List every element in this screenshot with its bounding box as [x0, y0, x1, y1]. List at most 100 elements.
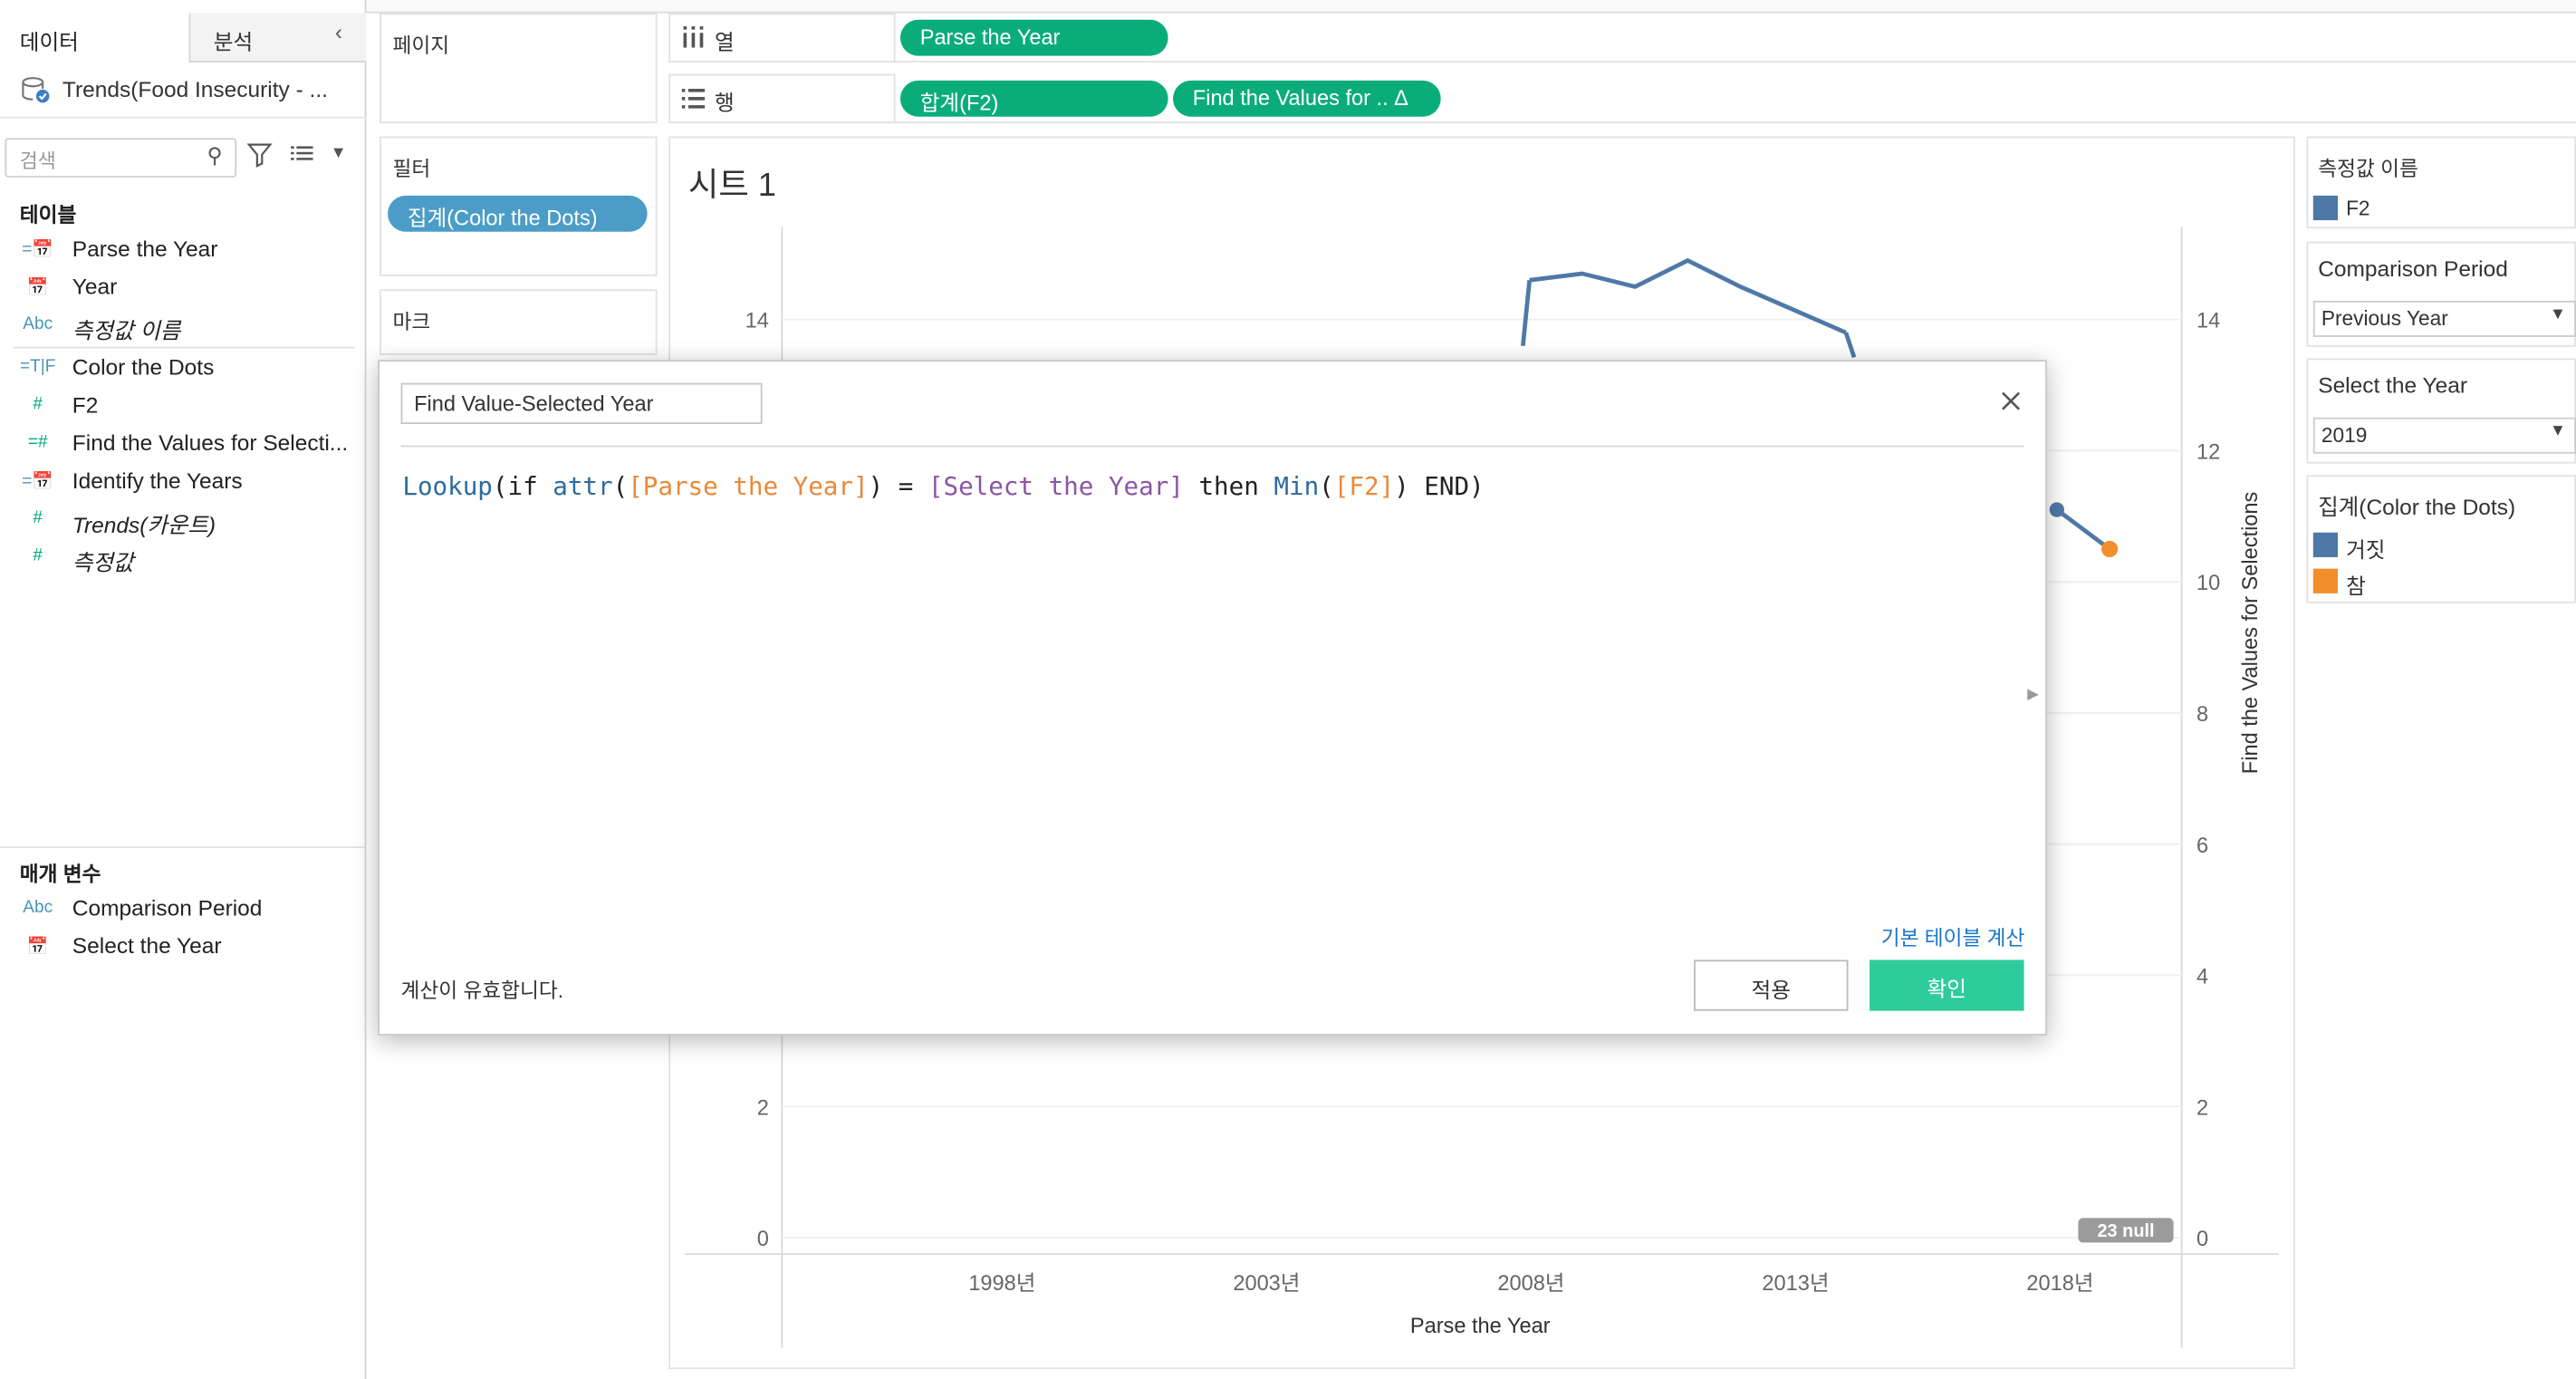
select-year-select[interactable]: 2019	[2312, 417, 2576, 454]
legend-swatch-false	[2312, 532, 2339, 557]
row-pill-find-values[interactable]: Find the Values for .. Δ	[1173, 80, 1441, 117]
formula-token: [Select the Year]	[928, 471, 1184, 502]
legend-label-false: 거짓	[2346, 537, 2386, 563]
field-date[interactable]: 📅 Year	[0, 271, 365, 307]
formula-editor[interactable]: Lookup(if attr([Parse the Year]) = [Sele…	[402, 472, 1484, 502]
parameter-item[interactable]: 📅 Select the Year	[0, 931, 365, 967]
apply-button[interactable]: 적용	[1694, 960, 1849, 1011]
field-number[interactable]: # Trends(카운트)	[0, 503, 365, 539]
legend-swatch-f2	[2312, 195, 2339, 221]
dropdown-arrow-icon[interactable]: ▼	[2550, 305, 2566, 323]
parameter-label: Comparison Period	[72, 895, 263, 921]
divider	[400, 445, 2024, 448]
datasource-icon	[22, 77, 50, 103]
series-line	[2055, 507, 2111, 551]
text-type-icon: Abc	[23, 313, 53, 334]
search-placeholder: 검색	[19, 149, 56, 173]
data-point	[2049, 502, 2065, 517]
formula-token: ) END)	[1394, 471, 1485, 502]
x-tick: 2003년	[1233, 1271, 1300, 1295]
dropdown-arrow-icon[interactable]: ▼	[331, 145, 347, 163]
divider	[13, 346, 355, 349]
field-string[interactable]: Abc 측정값 이름	[0, 309, 365, 345]
y-tick-left: 0	[757, 1227, 769, 1250]
field-number-calc[interactable]: =# Find the Values for Selecti...	[0, 428, 365, 464]
text-type-icon: Abc	[23, 897, 53, 918]
comparison-period-title: Comparison Period	[2318, 256, 2508, 282]
series-line	[1843, 332, 1857, 359]
y-tick-right: 2	[2196, 1095, 2208, 1119]
field-bool-calc[interactable]: =T|F Color the Dots	[0, 352, 365, 388]
formula-token: [Parse the Year]	[628, 471, 869, 502]
field-number[interactable]: # 측정값	[0, 541, 365, 577]
color-legend-title: 집계(Color the Dots)	[2318, 495, 2516, 520]
field-label: 측정값	[72, 550, 134, 575]
field-label: Identify the Years	[72, 468, 243, 494]
y-tick-right: 6	[2196, 834, 2208, 857]
rows-icon	[681, 88, 706, 109]
y-tick-right: 0	[2196, 1227, 2208, 1250]
dropdown-arrow-icon[interactable]: ▼	[2550, 422, 2566, 440]
tables-header: 테이블	[19, 203, 77, 227]
close-icon[interactable]	[1998, 388, 2024, 414]
tableau-workbook: 데이터 분석 ‹ Trends(Food Insecurity - ... 검색…	[0, 0, 2576, 1379]
parameter-item[interactable]: Abc Comparison Period	[0, 892, 365, 929]
field-label: Color the Dots	[72, 354, 215, 381]
x-tick: 1998년	[968, 1271, 1035, 1295]
calendar-icon: =📅	[22, 239, 54, 260]
formula-token: Min	[1274, 471, 1320, 502]
datasource-name[interactable]: Trends(Food Insecurity - ...	[62, 77, 328, 101]
formula-token: (if	[492, 471, 553, 502]
calendar-icon: 📅	[26, 937, 49, 957]
default-table-calc-link[interactable]: 기본 테이블 계산	[1881, 921, 2025, 951]
parameter-label: Select the Year	[72, 933, 222, 959]
select-year-title: Select the Year	[2318, 372, 2467, 399]
marks-title: 마크	[392, 310, 431, 334]
field-date-calc[interactable]: =📅 Parse the Year	[0, 234, 365, 270]
highlight-point	[2101, 540, 2119, 558]
boolean-icon: =T|F	[20, 356, 56, 377]
collapse-icon[interactable]: ‹	[335, 20, 342, 44]
y-tick-right: 4	[2196, 965, 2208, 988]
parameters-header: 매개 변수	[19, 863, 101, 886]
field-label: Find the Values for Selecti...	[72, 430, 349, 456]
field-label: Year	[72, 274, 118, 300]
y-tick-left: 2	[757, 1095, 769, 1119]
row-pill-sum-f2[interactable]: 합계(F2)	[899, 80, 1168, 117]
filter-icon[interactable]	[246, 141, 273, 168]
expand-arrow-icon[interactable]: ▶	[2027, 685, 2039, 703]
ok-button[interactable]: 확인	[1870, 960, 2024, 1011]
filter-pill[interactable]: 집계(Color the Dots)	[388, 195, 648, 232]
x-tick: 2013년	[1762, 1271, 1829, 1295]
measure-legend-title: 측정값 이름	[2318, 158, 2418, 181]
y-tick-right: 14	[2196, 309, 2220, 333]
y-tick-left: 14	[745, 309, 769, 333]
x-axis-label: Parse the Year	[1410, 1314, 1551, 1337]
validation-message: 계산이 유효합니다.	[400, 979, 564, 1003]
comparison-period-select[interactable]: Previous Year	[2312, 300, 2576, 337]
column-pill-parse-year[interactable]: Parse the Year	[899, 19, 1168, 56]
number-icon: #	[33, 545, 43, 566]
field-label: F2	[72, 392, 99, 418]
formula-token: Lookup	[402, 471, 493, 502]
search-icon[interactable]: ⚲	[207, 143, 223, 169]
divider	[0, 846, 365, 849]
field-label: 측정값 이름	[72, 318, 181, 344]
field-label: Parse the Year	[72, 236, 218, 262]
calculation-dialog	[378, 360, 2047, 1036]
field-date-calc[interactable]: =📅 Identify the Years	[0, 465, 365, 501]
formula-token: [F2]	[1333, 471, 1395, 502]
y-tick-right: 10	[2196, 571, 2220, 594]
filters-title: 필터	[392, 158, 431, 181]
legend-swatch-true	[2312, 568, 2339, 593]
number-icon: #	[33, 507, 43, 528]
tab-data[interactable]: 데이터	[0, 13, 191, 63]
calculation-name-input[interactable]: Find Value-Selected Year	[400, 382, 763, 425]
x-tick: 2018년	[2026, 1271, 2093, 1295]
columns-icon	[683, 26, 704, 48]
null-badge-label: 23 null	[2097, 1221, 2154, 1241]
list-view-icon[interactable]	[291, 143, 317, 166]
field-number[interactable]: # F2	[0, 390, 365, 426]
y-tick-right: 8	[2196, 702, 2208, 726]
top-strip	[0, 0, 2576, 14]
